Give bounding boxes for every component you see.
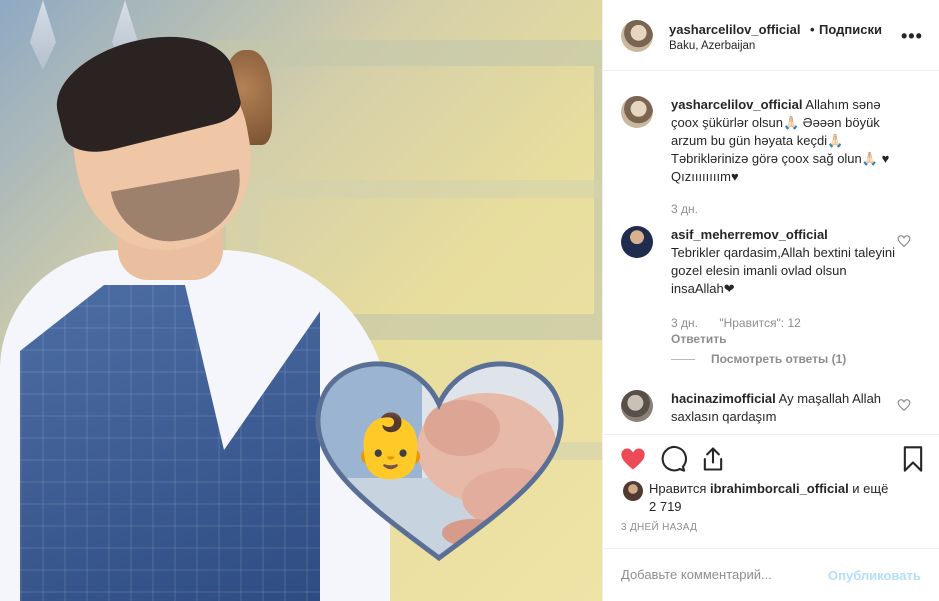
caption: yasharcelilov_official Allahım sənə çoox… [671, 96, 901, 186]
avatar[interactable] [621, 226, 653, 258]
comment-icon[interactable] [659, 445, 687, 473]
view-replies-button[interactable]: Посмотреть ответы (1) [671, 352, 846, 366]
baby-emoji-overlay: 👶 [352, 409, 430, 482]
follow-button[interactable]: Подписки [819, 22, 882, 37]
likes-prefix: Нравится [649, 481, 710, 496]
post-header: yasharcelilov_official • Подписки Baku, … [603, 0, 939, 71]
share-icon[interactable] [699, 445, 727, 473]
publish-button[interactable]: Опубликовать [828, 568, 921, 583]
comment-meta: 3 дн. "Нравится": 12 [671, 316, 801, 330]
likes-user[interactable]: ibrahimborcali_official [710, 481, 849, 496]
comment-username[interactable]: asif_meherremov_official [671, 227, 828, 242]
post-actions [603, 434, 939, 484]
location-link[interactable]: Baku, Azerbaijan [669, 40, 755, 52]
comment-text: Tebrikler qardasim,Allah bextini taleyin… [671, 245, 895, 296]
heart-filled-icon[interactable] [619, 445, 647, 473]
reply-button[interactable]: Ответить [671, 332, 726, 346]
replies-divider [671, 359, 695, 361]
caption-username[interactable]: yasharcelilov_official [671, 97, 803, 112]
comment: hacinazimofficial Ay maşallah Allah saxl… [671, 390, 901, 426]
heart-outline-icon[interactable] [897, 234, 911, 248]
comment-time[interactable]: 3 дн. [671, 316, 698, 330]
post-side-panel: yasharcelilov_official • Подписки Baku, … [602, 0, 939, 601]
more-options-icon[interactable]: ••• [901, 26, 923, 47]
comment-input[interactable] [621, 567, 811, 582]
header-username[interactable]: yasharcelilov_official [669, 22, 801, 37]
heart-outline-icon[interactable] [897, 398, 911, 412]
heart-frame-baby-photo [315, 361, 564, 562]
comment-username[interactable]: hacinazimofficial [671, 391, 776, 406]
avatar[interactable] [621, 390, 653, 422]
comments-list[interactable]: yasharcelilov_official Allahım sənə çoox… [603, 72, 939, 434]
avatar[interactable] [621, 20, 653, 52]
avatar[interactable] [621, 96, 653, 128]
avatar[interactable] [623, 481, 643, 501]
add-comment-bar: Опубликовать [603, 548, 939, 601]
likes-text[interactable]: Нравится ibrahimborcali_official и ещё 2… [649, 480, 899, 516]
caption-time[interactable]: 3 дн. [671, 202, 698, 216]
chandelier-crystal [30, 0, 56, 70]
bookmark-icon[interactable] [899, 445, 927, 473]
comment: asif_meherremov_official Tebrikler qarda… [671, 226, 901, 298]
header-separator: • [810, 22, 815, 37]
comment-likes[interactable]: "Нравится": 12 [719, 316, 801, 330]
post-photo[interactable]: 👶 [0, 0, 602, 601]
view-replies-label: Посмотреть ответы (1) [711, 352, 847, 366]
post-date[interactable]: 3 ДНЕЙ НАЗАД [621, 522, 697, 533]
